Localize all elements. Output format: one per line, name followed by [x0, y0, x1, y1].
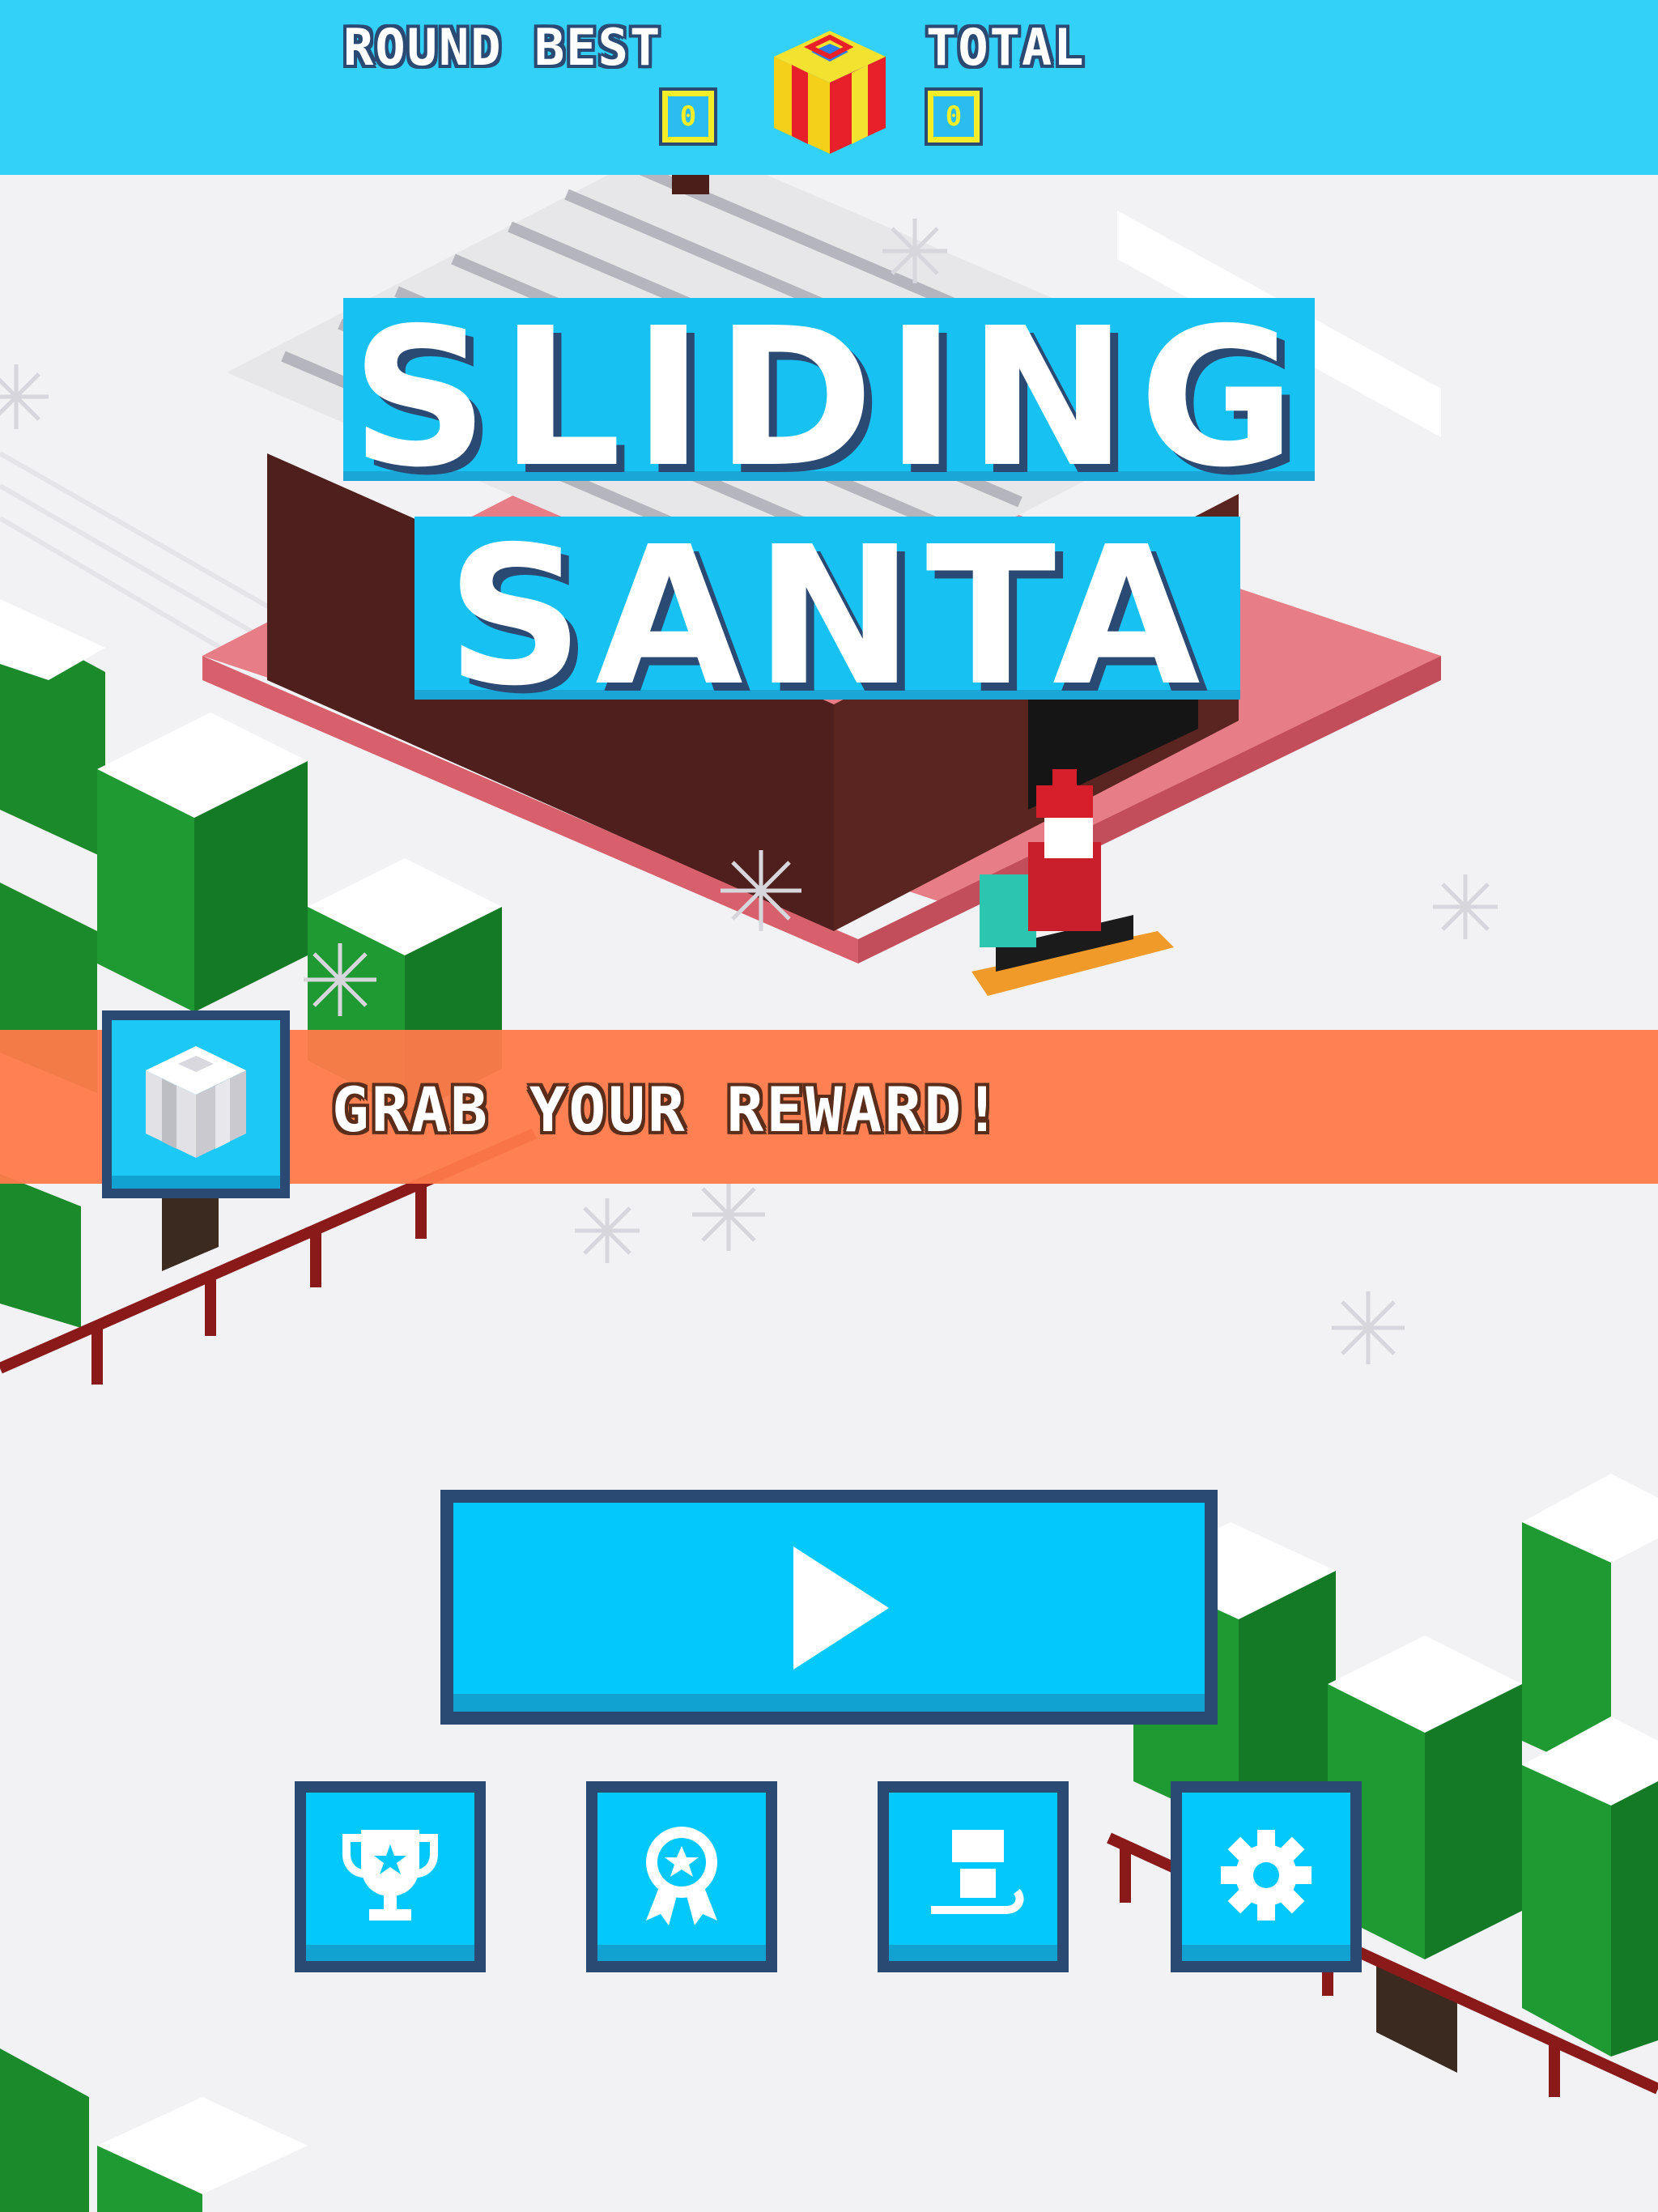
gift-box-icon: [146, 1046, 246, 1158]
gear-icon: [1221, 1830, 1312, 1921]
settings-button[interactable]: [1171, 1781, 1362, 1972]
round-best-coin-value: 0: [662, 91, 714, 143]
play-button[interactable]: [440, 1490, 1218, 1725]
total-label: TOTAL: [926, 18, 1086, 77]
round-best-label: ROUND BEST: [343, 18, 662, 77]
gift-box-icon: [774, 31, 886, 154]
reward-label[interactable]: GRAB YOUR REWARD!: [332, 1074, 1003, 1146]
achievements-button[interactable]: [586, 1781, 777, 1972]
title-line2: SANTA: [446, 505, 1212, 728]
sled-shop-button[interactable]: [878, 1781, 1069, 1972]
top-score-bar: ROUND BEST 0 TOTAL 0: [0, 0, 1658, 175]
reward-gift-button[interactable]: [102, 1010, 290, 1198]
play-icon: [793, 1546, 889, 1670]
trophy-icon: [342, 1830, 438, 1921]
award-ribbon-icon: [646, 1827, 717, 1925]
title-line1: SLIDING: [351, 287, 1307, 509]
total-coin-value: 0: [928, 91, 980, 143]
sled-icon: [931, 1830, 1024, 1914]
leaderboard-button[interactable]: [295, 1781, 486, 1972]
